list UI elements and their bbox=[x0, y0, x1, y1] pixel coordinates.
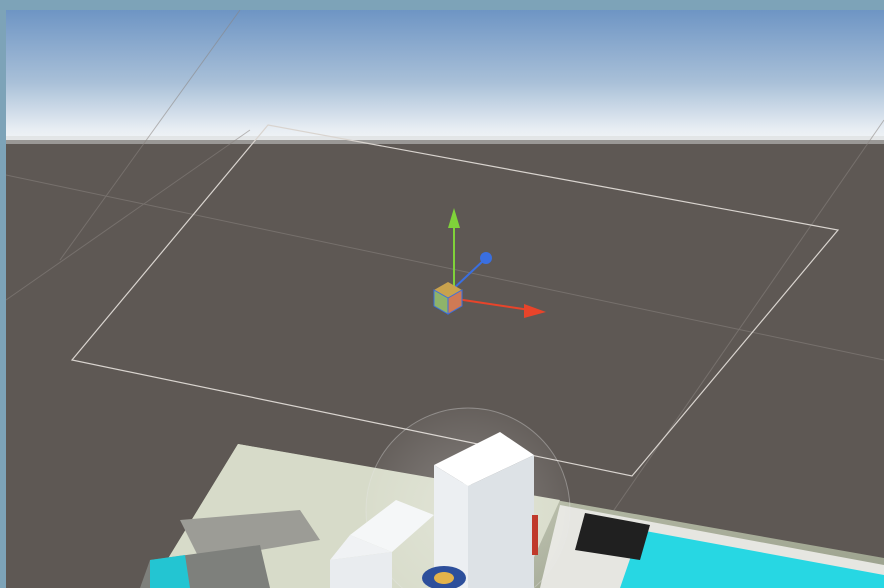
horizon-haze bbox=[6, 136, 884, 144]
scene-view-viewport[interactable] bbox=[0, 0, 884, 588]
skybox bbox=[6, 10, 884, 142]
z-axis-arrow-icon bbox=[480, 252, 492, 264]
scene-view-canvas[interactable] bbox=[0, 0, 884, 588]
